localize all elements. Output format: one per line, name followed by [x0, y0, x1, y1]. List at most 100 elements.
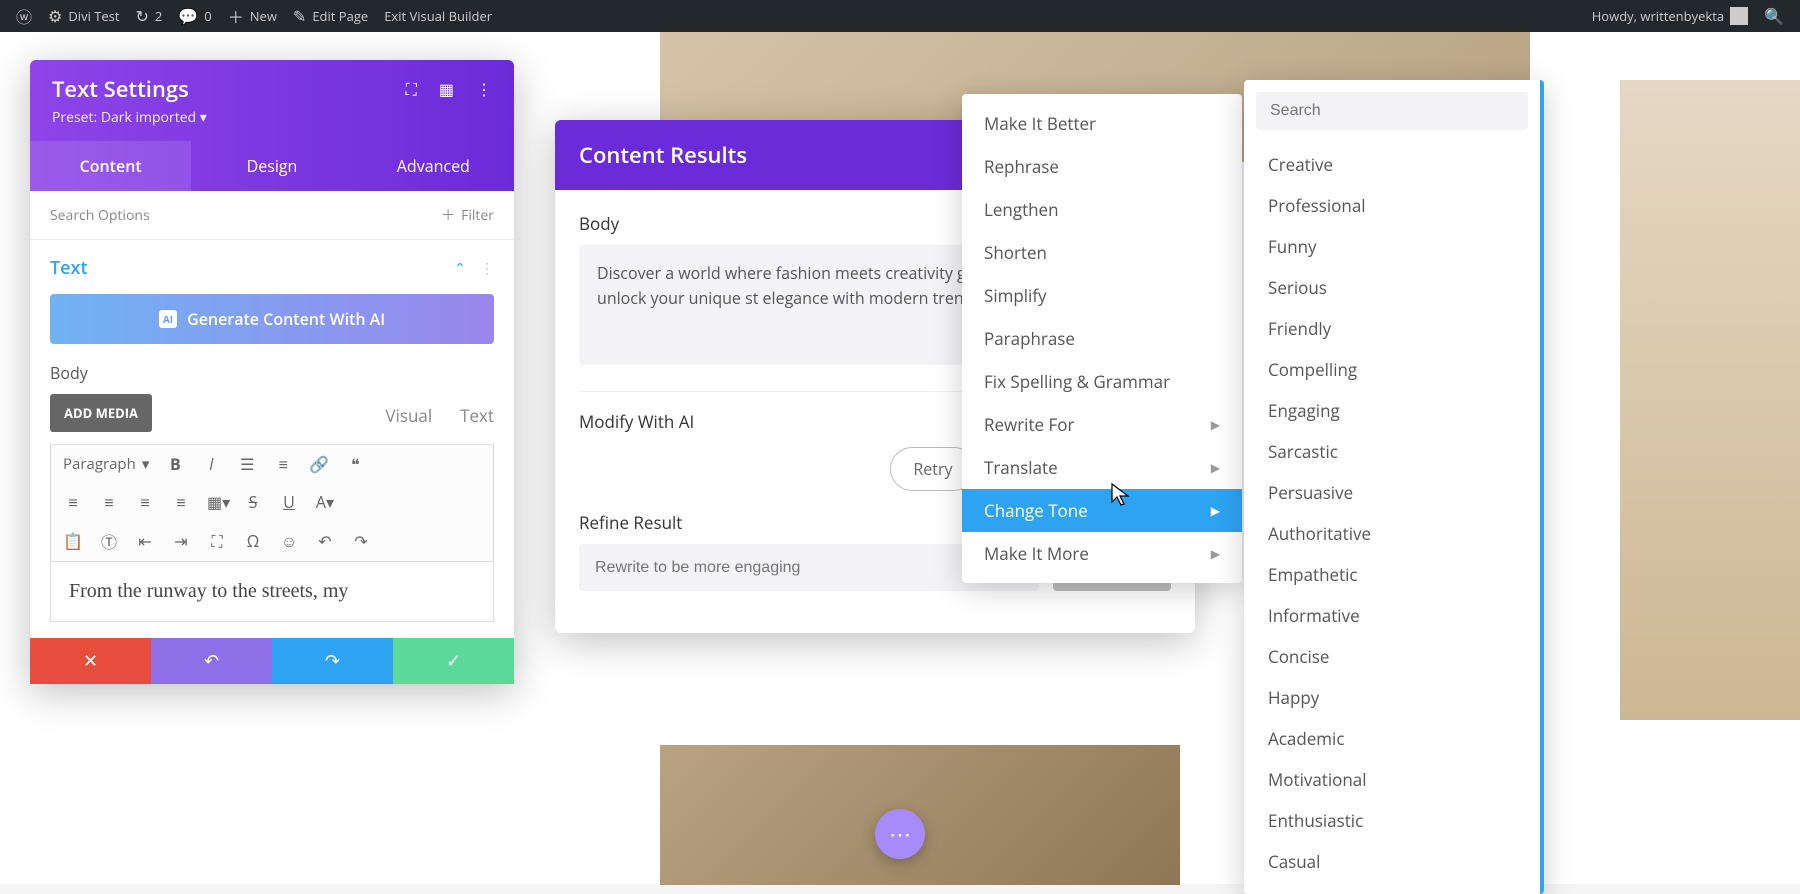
outdent-icon[interactable]: ⇤	[135, 530, 155, 552]
tone-item-creative[interactable]: Creative	[1256, 144, 1528, 185]
tone-item-compelling[interactable]: Compelling	[1256, 349, 1528, 390]
tab-advanced[interactable]: Advanced	[353, 141, 514, 191]
new-label: New	[250, 7, 277, 25]
expand-icon[interactable]: ⛶	[406, 78, 417, 100]
tab-design[interactable]: Design	[191, 141, 352, 191]
tone-item-persuasive[interactable]: Persuasive	[1256, 472, 1528, 513]
fullscreen-icon[interactable]: ⛶	[207, 530, 227, 552]
chevron-down-icon: ▾	[142, 454, 150, 474]
tone-item-motivational[interactable]: Motivational	[1256, 759, 1528, 800]
site-name-link[interactable]: ⚙ Divi Test	[40, 0, 128, 32]
ai-menu-item-rephrase[interactable]: Rephrase	[962, 145, 1242, 188]
editor-tab-text[interactable]: Text	[460, 404, 494, 427]
save-button[interactable]: ✓	[393, 638, 514, 684]
tone-item-professional[interactable]: Professional	[1256, 185, 1528, 226]
undo-icon[interactable]: ↶	[315, 530, 335, 552]
format-dropdown[interactable]: Paragraph▾	[63, 454, 149, 474]
updates-count: 2	[155, 7, 162, 25]
bold-icon[interactable]: B	[165, 453, 185, 475]
chevron-right-icon: ▶	[1211, 416, 1220, 433]
preset-dropdown[interactable]: Preset: Dark imported ▾	[52, 108, 492, 135]
redo-button[interactable]: ↷	[272, 638, 393, 684]
ai-menu-item-change-tone[interactable]: Change Tone▶	[962, 489, 1242, 532]
align-justify-icon[interactable]: ≡	[171, 491, 191, 513]
howdy-link[interactable]: Howdy, writtenbyekta	[1584, 0, 1756, 32]
comments-link[interactable]: 💬0	[170, 0, 219, 32]
side-image	[1620, 80, 1800, 720]
builder-fab-button[interactable]: ⋯	[875, 809, 925, 859]
edit-page-label: Edit Page	[312, 7, 368, 25]
underline-icon[interactable]: U	[279, 491, 299, 513]
cancel-button[interactable]: ✕	[30, 638, 151, 684]
tab-content[interactable]: Content	[30, 141, 191, 191]
clear-format-icon[interactable]: Ⓣ	[99, 529, 119, 553]
redo-icon[interactable]: ↷	[351, 530, 371, 552]
quote-icon[interactable]: ❝	[345, 453, 365, 475]
generate-content-ai-button[interactable]: AI Generate Content With AI	[50, 294, 494, 344]
ai-menu-item-fix-spelling-grammar[interactable]: Fix Spelling & Grammar	[962, 360, 1242, 403]
settings-actions: ✕ ↶ ↷ ✓	[30, 638, 514, 684]
exit-visual-builder-link[interactable]: Exit Visual Builder	[376, 0, 500, 32]
bullet-list-icon[interactable]: ☰	[237, 453, 257, 475]
updates-link[interactable]: ↻2	[128, 0, 171, 32]
wp-logo[interactable]: ⓦ	[8, 0, 40, 32]
ai-menu-item-label: Make It Better	[984, 112, 1096, 135]
new-content-link[interactable]: ＋New	[220, 0, 285, 32]
tone-item-casual[interactable]: Casual	[1256, 841, 1528, 882]
special-char-icon[interactable]: Ω	[243, 530, 263, 552]
editor-tab-visual[interactable]: Visual	[385, 404, 432, 427]
search-toggle[interactable]: 🔍	[1756, 0, 1792, 32]
chevron-down-icon: ▾	[200, 108, 207, 127]
align-left-icon[interactable]: ≡	[63, 491, 83, 513]
tone-item-happy[interactable]: Happy	[1256, 677, 1528, 718]
site-name-text: Divi Test	[68, 7, 119, 25]
edit-page-link[interactable]: ✎Edit Page	[285, 0, 376, 32]
link-icon[interactable]: 🔗	[309, 453, 329, 475]
tone-item-friendly[interactable]: Friendly	[1256, 308, 1528, 349]
tone-item-authoritative[interactable]: Authoritative	[1256, 513, 1528, 554]
ai-menu-item-label: Fix Spelling & Grammar	[984, 370, 1170, 393]
italic-icon[interactable]: I	[201, 453, 221, 475]
ai-menu-item-make-it-more[interactable]: Make It More▶	[962, 532, 1242, 575]
tone-item-academic[interactable]: Academic	[1256, 718, 1528, 759]
table-icon[interactable]: ▦▾	[207, 491, 227, 513]
text-color-icon[interactable]: A▾	[315, 491, 335, 513]
indent-icon[interactable]: ⇥	[171, 530, 191, 552]
tone-item-serious[interactable]: Serious	[1256, 267, 1528, 308]
search-options-input[interactable]: Search Options	[50, 206, 150, 225]
emoji-icon[interactable]: ☺	[279, 530, 299, 552]
number-list-icon[interactable]: ≡	[273, 453, 293, 475]
paste-icon[interactable]: 📋	[63, 530, 83, 552]
section-more-icon[interactable]: ⋮	[480, 259, 494, 278]
more-vert-icon[interactable]: ⋮	[476, 78, 492, 100]
ai-menu-item-lengthen[interactable]: Lengthen	[962, 188, 1242, 231]
home-icon: ⚙	[48, 5, 62, 27]
ai-menu-item-make-it-better[interactable]: Make It Better	[962, 102, 1242, 145]
ai-menu-item-label: Simplify	[984, 284, 1047, 307]
collapse-icon[interactable]: ⌃	[454, 259, 466, 278]
ai-menu-item-label: Lengthen	[984, 198, 1059, 221]
ai-menu-item-paraphrase[interactable]: Paraphrase	[962, 317, 1242, 360]
ai-menu-item-simplify[interactable]: Simplify	[962, 274, 1242, 317]
tone-search-input[interactable]	[1256, 92, 1528, 130]
tone-item-empathetic[interactable]: Empathetic	[1256, 554, 1528, 595]
ai-menu-item-shorten[interactable]: Shorten	[962, 231, 1242, 274]
add-media-button[interactable]: ADD MEDIA	[50, 394, 152, 432]
strikethrough-icon[interactable]: S	[243, 491, 263, 513]
undo-button[interactable]: ↶	[151, 638, 272, 684]
align-center-icon[interactable]: ≡	[99, 491, 119, 513]
section-title: Text	[50, 256, 88, 280]
tone-item-funny[interactable]: Funny	[1256, 226, 1528, 267]
editor-textarea[interactable]: From the runway to the streets, my	[50, 561, 494, 622]
ai-menu-item-translate[interactable]: Translate▶	[962, 446, 1242, 489]
grid-icon[interactable]: ▦	[439, 78, 454, 100]
filter-button[interactable]: ＋Filter	[441, 205, 494, 225]
text-section: Text ⌃ ⋮ AI Generate Content With AI Bod…	[30, 240, 514, 638]
ai-menu-item-rewrite-for[interactable]: Rewrite For▶	[962, 403, 1242, 446]
tone-item-sarcastic[interactable]: Sarcastic	[1256, 431, 1528, 472]
tone-item-engaging[interactable]: Engaging	[1256, 390, 1528, 431]
tone-item-enthusiastic[interactable]: Enthusiastic	[1256, 800, 1528, 841]
tone-item-concise[interactable]: Concise	[1256, 636, 1528, 677]
align-right-icon[interactable]: ≡	[135, 491, 155, 513]
tone-item-informative[interactable]: Informative	[1256, 595, 1528, 636]
